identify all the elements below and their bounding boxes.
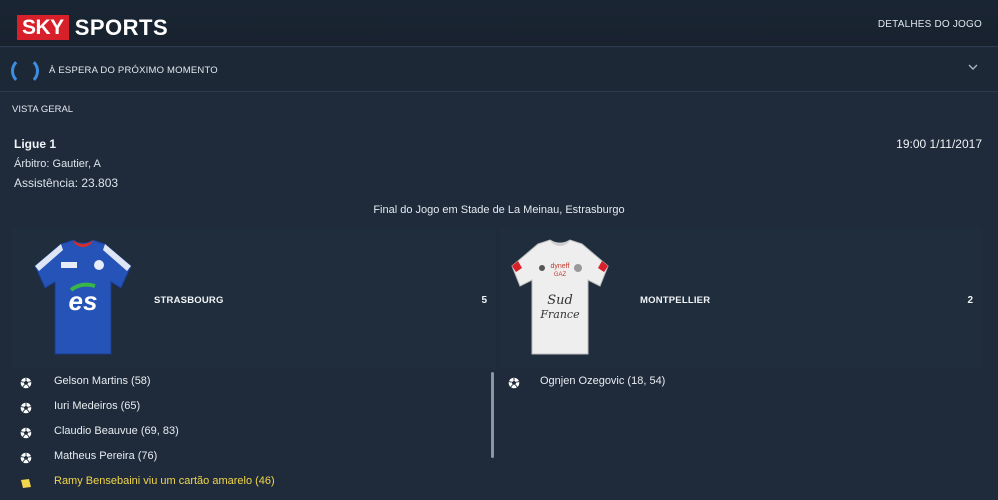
venue-info: Final do Jogo em Stade de La Meinau, Est… (373, 204, 625, 216)
list-item: Ramy Bensebaini viu um cartão amarelo (4… (12, 472, 488, 497)
top-bar: SKY SPORTS DETALHES DO JOGO (0, 0, 998, 47)
sky-sports-logo: SKY SPORTS (17, 15, 168, 40)
event-text: Ramy Bensebaini viu um cartão amarelo (4… (54, 475, 275, 487)
football-icon (20, 452, 32, 464)
event-text: Claudio Beauvue (69, 83) (54, 425, 179, 437)
list-item: Iuri Medeiros (65) (12, 397, 488, 422)
list-item: Matheus Pereira (76) (12, 447, 488, 472)
home-events-list: Gelson Martins (58) Iuri Medeiros (65) C… (12, 372, 488, 497)
event-text: Ognjen Ozegovic (18, 54) (540, 375, 666, 387)
away-team-score: 2 (967, 295, 973, 306)
event-text: Gelson Martins (58) (54, 375, 151, 387)
away-kit-icon: dyneff GAZ Sud France (511, 239, 609, 355)
away-team-name: MONTPELLIER (640, 295, 711, 306)
svg-text:GAZ: GAZ (554, 272, 567, 278)
logo-brand: SKY (17, 15, 69, 40)
football-icon (20, 402, 32, 414)
chevron-down-icon[interactable] (968, 62, 978, 72)
waiting-label: À ESPERA DO PRÓXIMO MOMENTO (49, 65, 218, 76)
loading-spinner-icon (11, 57, 39, 85)
match-details-button[interactable]: DETALHES DO JOGO (878, 19, 982, 30)
svg-text:dyneff: dyneff (551, 263, 570, 270)
football-icon (508, 377, 520, 389)
home-team-score: 5 (481, 295, 487, 306)
svg-text:France: France (539, 308, 580, 321)
event-text: Iuri Medeiros (65) (54, 400, 141, 412)
overview-title: VISTA GERAL (12, 104, 74, 115)
logo-product: SPORTS (74, 15, 169, 40)
events-scrollbar[interactable] (491, 372, 494, 458)
away-team-panel[interactable]: dyneff GAZ Sud France MONTPELLIER 2 (500, 228, 982, 368)
home-team-name: STRASBOURG (154, 295, 224, 306)
football-icon (20, 377, 32, 389)
competition-name: Ligue 1 (14, 137, 57, 151)
home-kit-icon: es (34, 239, 132, 355)
match-datetime: 19:00 1/11/2017 (896, 137, 982, 151)
status-bar[interactable]: À ESPERA DO PRÓXIMO MOMENTO (0, 48, 998, 92)
attendance-info: Assistência: 23.803 (14, 176, 119, 190)
football-icon (20, 427, 32, 439)
list-item: Ognjen Ozegovic (18, 54) (500, 372, 980, 397)
list-item: Claudio Beauvue (69, 83) (12, 422, 488, 447)
away-events-list: Ognjen Ozegovic (18, 54) (500, 372, 980, 397)
yellow-card-icon (21, 479, 31, 488)
list-item: Gelson Martins (58) (12, 372, 488, 397)
svg-text:Sud: Sud (547, 293, 573, 308)
event-text: Matheus Pereira (76) (54, 450, 158, 462)
home-team-panel[interactable]: es STRASBOURG 5 (12, 228, 496, 368)
referee-info: Árbitro: Gautier, A (14, 158, 101, 170)
